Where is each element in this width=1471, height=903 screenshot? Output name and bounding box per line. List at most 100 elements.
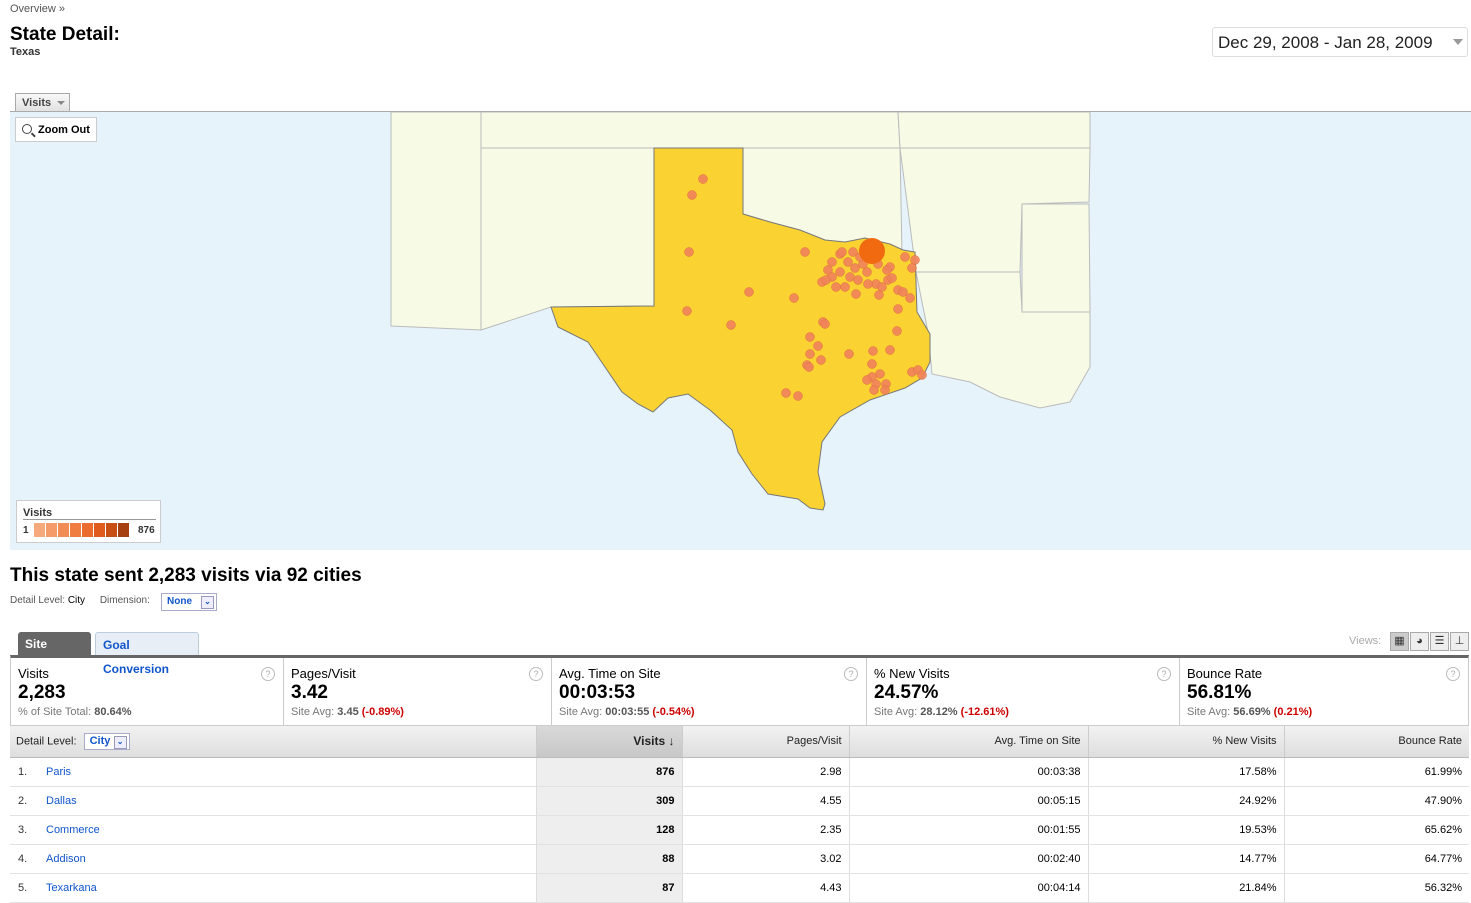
map-metric-selector[interactable]: Visits [15, 93, 70, 111]
time-cell: 00:01:55 [848, 815, 1088, 845]
map-overlay[interactable]: Zoom Out Visits 1 876 [10, 111, 1471, 550]
metric-name: Bounce Rate [1187, 666, 1263, 681]
city-marker[interactable] [869, 385, 879, 395]
city-marker[interactable] [877, 282, 887, 292]
column-header-pages-visit[interactable]: Pages/Visit [681, 726, 849, 758]
time-cell: 00:03:38 [848, 757, 1088, 787]
dimension-dropdown[interactable]: None ⌄ [161, 593, 217, 611]
city-marker[interactable] [875, 369, 885, 379]
pie-view-icon[interactable]: ◕ [1410, 632, 1429, 651]
city-marker[interactable] [827, 257, 837, 267]
city-marker[interactable] [835, 267, 845, 277]
help-icon[interactable]: ? [261, 667, 275, 681]
metric-value: 2,283 [18, 682, 66, 703]
legend-swatch [94, 523, 105, 537]
city-marker[interactable] [698, 174, 708, 184]
city-cell: 5. Texarkana [10, 873, 536, 903]
column-header-bounce-rate[interactable]: Bounce Rate [1283, 726, 1469, 758]
city-link[interactable]: Commerce [46, 824, 100, 836]
city-marker[interactable] [863, 279, 873, 289]
city-marker[interactable] [845, 272, 855, 282]
city-marker[interactable] [843, 257, 853, 267]
table-view-icon[interactable]: ▦ [1390, 632, 1409, 651]
city-marker[interactable] [805, 332, 815, 342]
row-number: 3. [18, 823, 28, 836]
zoom-out-label: Zoom Out [38, 124, 90, 136]
city-marker[interactable] [804, 362, 814, 372]
city-dropdown-value: City [89, 734, 111, 747]
city-marker[interactable] [820, 319, 830, 329]
city-marker[interactable] [684, 247, 694, 257]
city-marker[interactable] [900, 252, 910, 262]
legend-title: Visits [23, 507, 53, 519]
column-header-visits[interactable]: Visits ↓ [535, 726, 682, 758]
page-title: State Detail: [10, 24, 120, 45]
metric-comparison: Site Avg: 56.69% (0.21%) [1187, 706, 1313, 718]
city-marker[interactable] [744, 287, 754, 297]
help-icon[interactable]: ? [529, 667, 543, 681]
help-icon[interactable]: ? [844, 667, 858, 681]
city-marker[interactable] [892, 326, 902, 336]
city-marker[interactable] [726, 320, 736, 330]
pivot-view-icon[interactable]: ⊥ [1450, 632, 1469, 651]
city-marker[interactable] [882, 265, 892, 275]
city-marker[interactable] [840, 282, 850, 292]
city-marker[interactable] [687, 190, 697, 200]
city-marker[interactable] [862, 375, 872, 385]
city-link[interactable]: Texarkana [46, 882, 97, 894]
tab-site-usage[interactable]: Site Usage [18, 632, 91, 675]
city-marker[interactable] [887, 273, 897, 283]
visits-cell: 128 [535, 815, 682, 845]
tab-goal-conversion[interactable]: Goal Conversion [95, 632, 199, 676]
city-marker-paris[interactable] [859, 238, 885, 264]
city-marker[interactable] [793, 391, 803, 401]
city-dropdown[interactable]: City ⌄ [83, 732, 130, 750]
city-marker[interactable] [880, 385, 890, 395]
city-marker[interactable] [800, 247, 810, 257]
city-marker[interactable] [905, 293, 915, 303]
bar-view-icon[interactable]: ☰ [1430, 632, 1449, 651]
city-marker[interactable] [907, 263, 917, 273]
city-marker[interactable] [893, 304, 903, 314]
city-marker[interactable] [816, 355, 826, 365]
dimension-value: None [167, 596, 192, 607]
column-header-avg-time[interactable]: Avg. Time on Site [848, 726, 1088, 758]
visits-cell: 88 [535, 844, 682, 874]
bounce-cell: 65.62% [1283, 815, 1469, 845]
date-range-picker[interactable]: Dec 29, 2008 - Jan 28, 2009 [1212, 27, 1468, 57]
city-marker[interactable] [853, 275, 863, 285]
zoom-out-button[interactable]: Zoom Out [15, 117, 97, 142]
city-marker[interactable] [813, 341, 823, 351]
breadcrumb[interactable]: Overview » [10, 3, 65, 15]
city-link[interactable]: Addison [46, 853, 86, 865]
city-marker[interactable] [851, 289, 861, 299]
city-marker[interactable] [868, 346, 878, 356]
city-marker[interactable] [789, 293, 799, 303]
city-marker[interactable] [885, 345, 895, 355]
city-marker[interactable] [910, 255, 920, 265]
metric-name: % New Visits [874, 666, 950, 681]
city-marker[interactable] [867, 359, 877, 369]
city-marker[interactable] [682, 306, 692, 316]
city-marker[interactable] [917, 370, 927, 380]
city-marker[interactable] [805, 349, 815, 359]
bounce-cell: 47.90% [1283, 786, 1469, 816]
detail-level-header: Detail Level: City ⌄ [10, 726, 536, 758]
column-header-new-visits[interactable]: % New Visits [1087, 726, 1284, 758]
city-marker[interactable] [821, 275, 831, 285]
help-icon[interactable]: ? [1446, 667, 1460, 681]
city-marker[interactable] [781, 388, 791, 398]
city-marker[interactable] [874, 290, 884, 300]
city-link[interactable]: Dallas [46, 795, 77, 807]
city-marker[interactable] [850, 263, 860, 273]
city-marker[interactable] [844, 349, 854, 359]
city-marker[interactable] [837, 247, 847, 257]
help-icon[interactable]: ? [1157, 667, 1171, 681]
city-marker[interactable] [862, 267, 872, 277]
city-marker[interactable] [831, 282, 841, 292]
pages-cell: 4.43 [681, 873, 849, 903]
city-marker[interactable] [898, 287, 908, 297]
city-link[interactable]: Paris [46, 766, 71, 778]
scorecard-new-visits: % New Visits ? 24.57% Site Avg: 28.12% (… [867, 658, 1180, 725]
pages-cell: 3.02 [681, 844, 849, 874]
